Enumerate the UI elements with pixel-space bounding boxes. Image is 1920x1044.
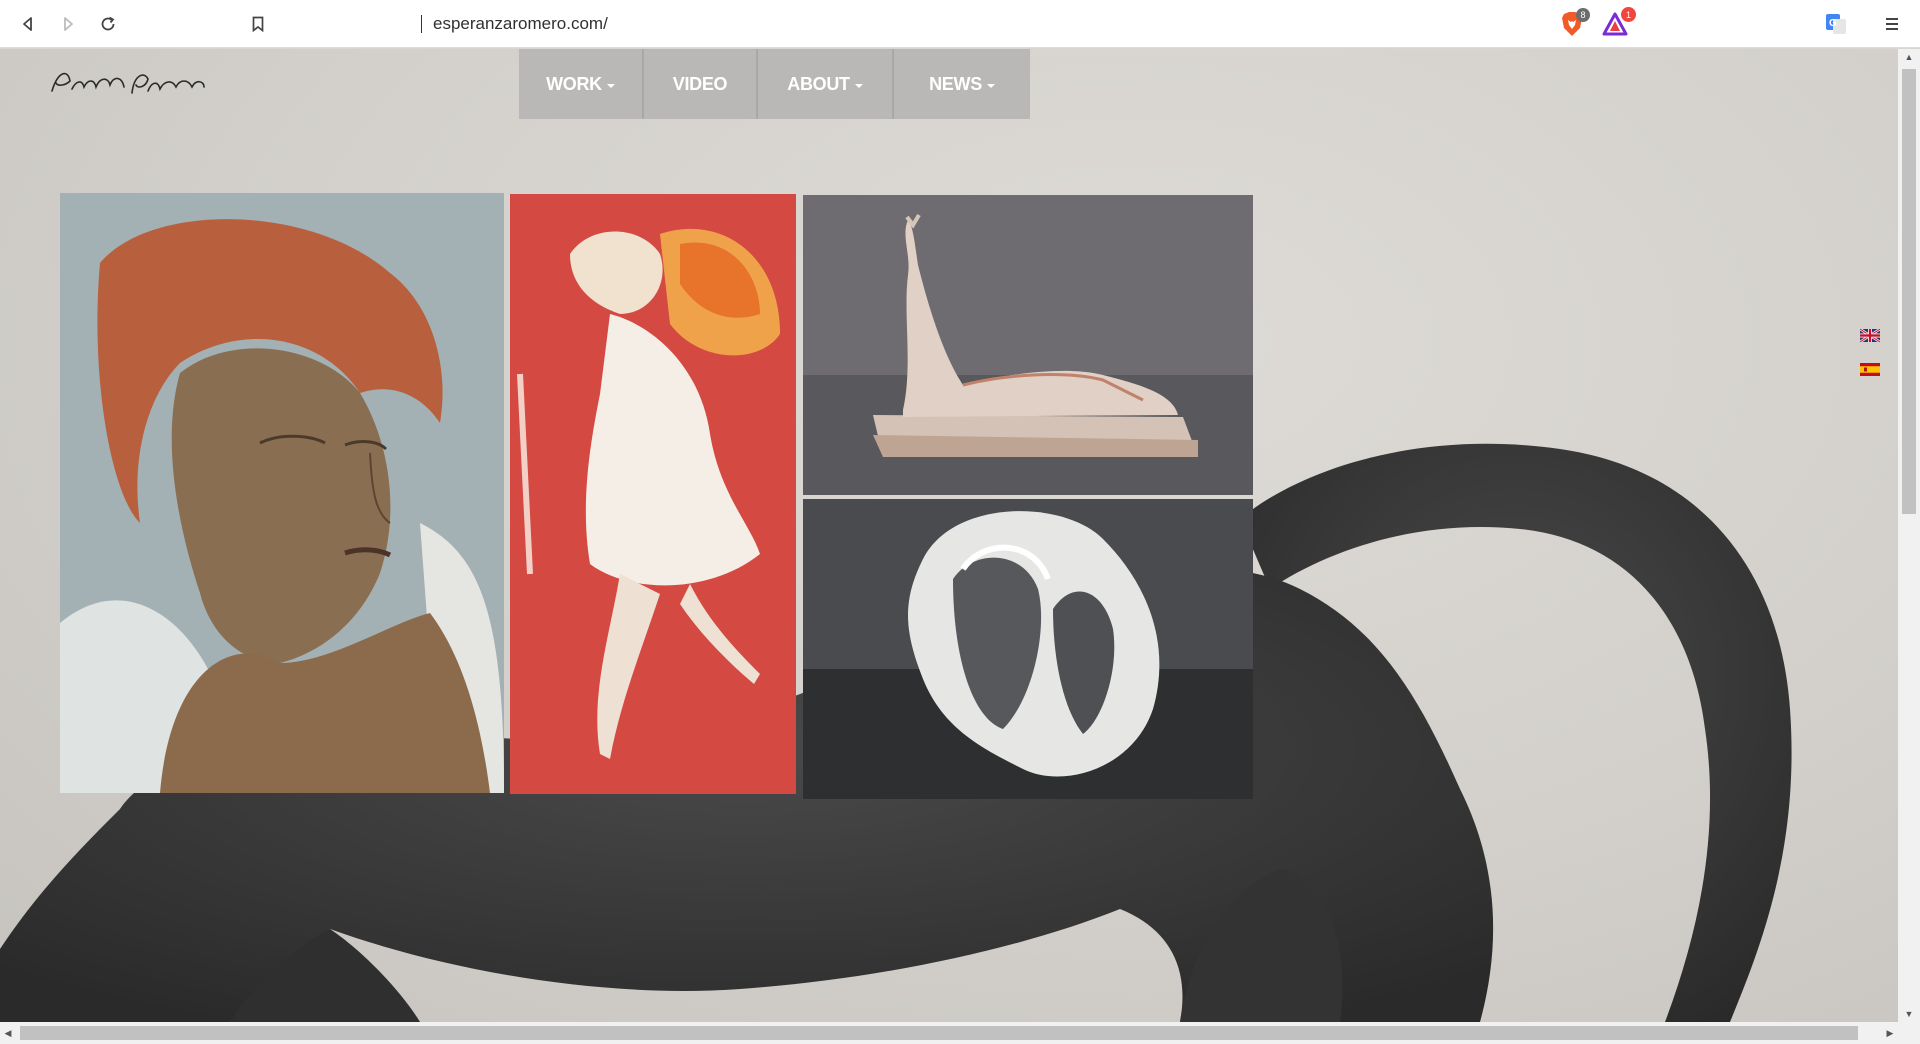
page-viewport: WORK VIDEO ABOUT NEWS: [0, 49, 1898, 1022]
nav-label-news: NEWS: [929, 73, 982, 94]
caret-down-icon: [606, 84, 615, 88]
nav-item-news[interactable]: NEWS: [894, 49, 1030, 119]
hamburger-icon: [1886, 18, 1898, 30]
caret-down-icon: [986, 84, 995, 88]
nav-item-work[interactable]: WORK: [519, 49, 644, 119]
vertical-scrollbar[interactable]: ▲ ▼: [1898, 49, 1920, 1022]
artwork-portrait-painting[interactable]: [60, 193, 504, 793]
main-navigation: WORK VIDEO ABOUT NEWS: [519, 49, 1030, 119]
scroll-down-icon[interactable]: ▼: [1898, 1006, 1920, 1022]
reclining-figure-image: [803, 195, 1253, 495]
horizontal-scroll-thumb[interactable]: [20, 1026, 1858, 1040]
site-logo-signature[interactable]: [48, 61, 208, 105]
brave-rewards-button[interactable]: 1: [1602, 7, 1636, 36]
artwork-white-ribbon-sculpture[interactable]: [803, 499, 1253, 799]
nav-label-video: VIDEO: [672, 73, 728, 94]
browser-menu-button[interactable]: [1880, 12, 1904, 36]
spanish-flag-icon[interactable]: [1860, 363, 1880, 376]
rewards-count-badge: 1: [1621, 7, 1636, 22]
url-text: esperanzaromero.com/: [433, 14, 608, 33]
back-arrow-icon: [23, 17, 32, 31]
scroll-right-icon[interactable]: ▶: [1882, 1022, 1898, 1044]
translate-button[interactable]: G: [1824, 12, 1848, 36]
vertical-scroll-thumb[interactable]: [1902, 69, 1916, 514]
scroll-left-icon[interactable]: ◀: [0, 1022, 16, 1044]
nav-label-work: WORK: [546, 73, 602, 94]
svg-text:G: G: [1829, 18, 1837, 29]
language-switcher: [1859, 327, 1898, 397]
reload-icon: [101, 16, 115, 31]
nav-item-video[interactable]: VIDEO: [644, 49, 758, 119]
forward-arrow-icon: [64, 17, 73, 31]
scrollbar-corner: [1898, 1022, 1920, 1044]
browser-toolbar: esperanzaromero.com/ 8 1 G: [0, 0, 1920, 48]
shields-count-badge: 8: [1576, 8, 1590, 22]
bookmark-button[interactable]: [244, 10, 272, 38]
english-flag-icon[interactable]: [1859, 327, 1881, 344]
nav-item-about[interactable]: ABOUT: [758, 49, 894, 119]
nav-label-about: ABOUT: [787, 73, 850, 94]
bookmark-icon: [252, 16, 264, 33]
horizontal-scrollbar[interactable]: ◀ ▶: [0, 1022, 1898, 1044]
scroll-up-icon[interactable]: ▲: [1898, 49, 1920, 65]
brave-shields-button[interactable]: 8: [1560, 8, 1590, 37]
reload-button[interactable]: [94, 10, 122, 38]
text-cursor: [421, 15, 422, 33]
back-button[interactable]: [14, 10, 42, 38]
caret-down-icon: [854, 84, 863, 88]
translate-icon: G: [1826, 14, 1846, 34]
artwork-red-dancer-print[interactable]: [510, 194, 796, 794]
portrait-image: [60, 193, 504, 793]
artwork-reclining-figure-sculpture[interactable]: [803, 195, 1253, 495]
dancer-image: [510, 194, 796, 794]
forward-button[interactable]: [54, 10, 82, 38]
ribbon-sculpture-image: [803, 499, 1253, 799]
address-bar[interactable]: esperanzaromero.com/: [285, 7, 1635, 41]
